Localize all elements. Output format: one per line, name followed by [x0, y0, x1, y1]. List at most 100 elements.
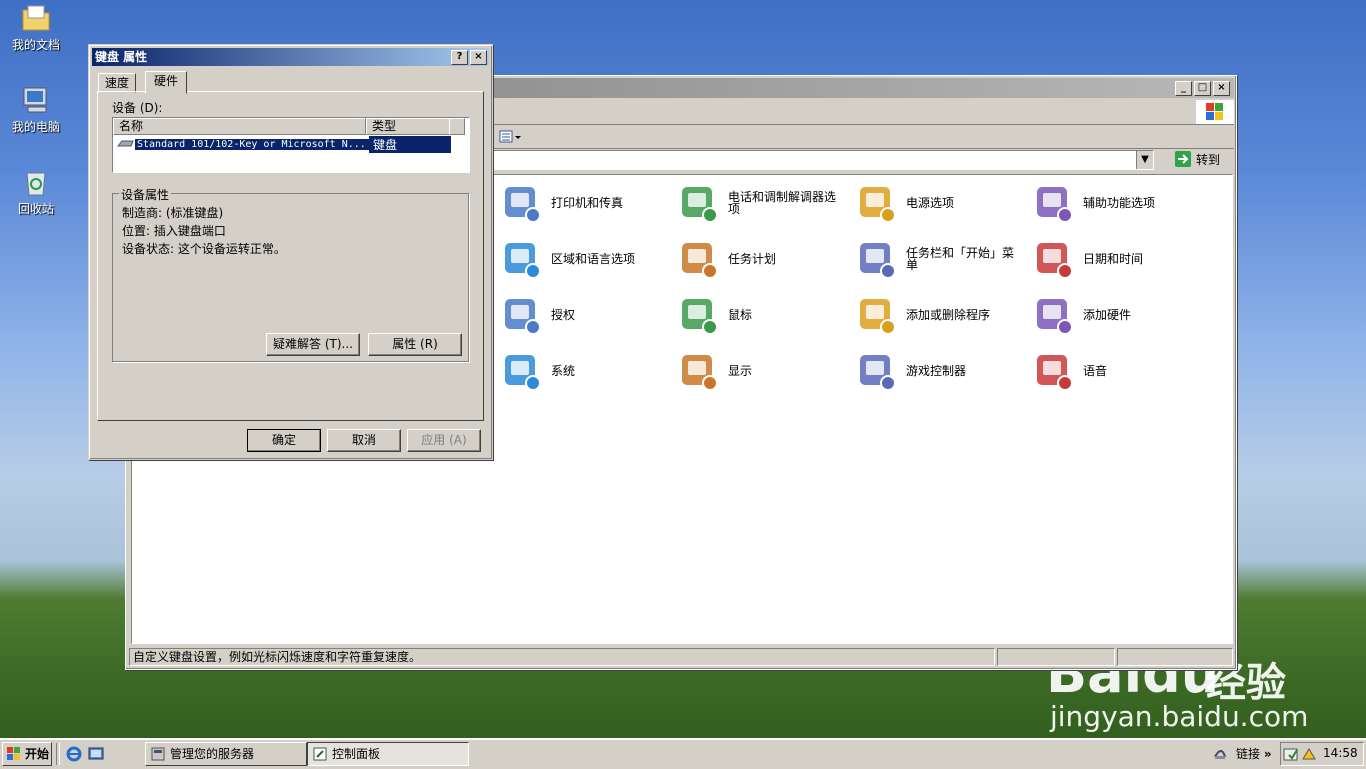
control-panel-item[interactable]: 辅助功能选项 [1029, 179, 1193, 227]
views-icon[interactable] [498, 128, 522, 146]
desktop-icon-label: 回收站 [17, 202, 54, 216]
arrow-right-icon [1175, 151, 1191, 167]
control-panel-item[interactable]: 授权 [497, 291, 661, 339]
apply-button[interactable]: 应用 (A) [407, 429, 481, 452]
maximize-button[interactable]: □ [1194, 81, 1211, 96]
device-status-text: 设备状态: 这个设备运转正常。 [122, 242, 286, 256]
devices-label: 设备 (D): [112, 101, 163, 115]
control-panel-item-label: 系统 [551, 364, 576, 378]
tab-speed[interactable]: 速度 [98, 73, 137, 93]
control-panel-item-label: 任务栏和「开始」菜单 [906, 246, 1015, 272]
desktop-icon-my-documents[interactable]: 我的文档 [6, 2, 66, 53]
links-toolbar[interactable]: 链接 » [1236, 745, 1272, 762]
control-panel-item[interactable]: 电源选项 [852, 179, 1016, 227]
task-button-manage-server[interactable]: 管理您的服务器 [145, 742, 307, 766]
control-panel-item-label: 授权 [551, 308, 576, 322]
keyboard-icon [117, 140, 134, 147]
language-bar-icon[interactable] [1212, 745, 1228, 764]
tab-hardware[interactable]: 硬件 [145, 71, 188, 94]
control-panel-item-label: 游戏控制器 [906, 364, 967, 378]
dialog-titlebar[interactable]: 键盘 属性 ? × [92, 48, 489, 66]
system-icon [497, 347, 545, 395]
taskbar-start-menu-icon [852, 235, 900, 283]
control-panel-item[interactable]: 区域和语言选项 [497, 235, 661, 283]
divider [56, 743, 60, 765]
device-properties-group: 设备属性 制造商: (标准键盘) 位置: 插入键盘端口 设备状态: 这个设备运转… [112, 186, 469, 362]
add-hardware-icon [1029, 291, 1077, 339]
internet-explorer-icon[interactable] [66, 746, 82, 765]
desktop-icon-recycle-bin[interactable]: 回收站 [6, 166, 66, 217]
control-panel-item[interactable]: 语音 [1029, 347, 1193, 395]
start-button[interactable]: 开始 [2, 742, 52, 766]
control-panel-item-label: 添加硬件 [1083, 308, 1132, 322]
task-button-control-panel[interactable]: 控制面板 [307, 742, 469, 766]
control-panel-item[interactable]: 系统 [497, 347, 661, 395]
column-header-type[interactable]: 类型 [366, 118, 450, 135]
control-panel-item[interactable]: 显示 [674, 347, 838, 395]
desktop-icon-label: 我的电脑 [11, 120, 60, 134]
column-header-name[interactable]: 名称 [113, 118, 366, 135]
power-options-icon [852, 179, 900, 227]
security-warning-icon[interactable] [1283, 746, 1299, 762]
control-panel-item-label: 添加或删除程序 [906, 308, 991, 322]
control-panel-item-label: 日期和时间 [1083, 252, 1144, 266]
desktop-icon-my-computer[interactable]: 我的电脑 [6, 84, 66, 135]
control-panel-item-label: 任务计划 [728, 252, 777, 266]
network-icon[interactable] [1301, 746, 1317, 762]
properties-button[interactable]: 属性 (R) [368, 333, 462, 356]
keyboard-properties-dialog: 键盘 属性 ? × 速度 硬件 设备 (D): 名称 类型 Standard 1… [88, 44, 493, 460]
control-panel-item[interactable]: 任务计划 [674, 235, 838, 283]
control-panel-item-label: 电话和调制解调器选项 [728, 190, 837, 216]
goto-button[interactable]: 转到 [1174, 149, 1220, 169]
table-row[interactable]: Standard 101/102-Key or Microsoft N... 键… [117, 135, 451, 153]
minimize-button[interactable]: _ [1175, 81, 1192, 96]
status-pane [997, 648, 1115, 666]
control-panel-item[interactable]: 鼠标 [674, 291, 838, 339]
accessibility-icon [1029, 179, 1077, 227]
control-panel-item-label: 显示 [728, 364, 753, 378]
control-panel-item[interactable]: 添加或删除程序 [852, 291, 1016, 339]
control-panel-item-label: 区域和语言选项 [551, 252, 636, 266]
control-panel-icon [313, 747, 327, 761]
add-remove-programs-icon [852, 291, 900, 339]
control-panel-item-label: 鼠标 [728, 308, 753, 322]
control-panel-item-label: 语音 [1083, 364, 1108, 378]
dialog-close-button[interactable]: × [470, 50, 487, 65]
cancel-button[interactable]: 取消 [327, 429, 401, 452]
my-computer-icon [20, 84, 52, 116]
manufacturer-text: 制造商: (标准键盘) [122, 206, 224, 220]
troubleshoot-button[interactable]: 疑难解答 (T)... [266, 333, 360, 356]
control-panel-item[interactable]: 添加硬件 [1029, 291, 1193, 339]
windows-logo-icon [1196, 100, 1234, 124]
device-type: 键盘 [369, 135, 451, 153]
device-list[interactable]: 名称 类型 Standard 101/102-Key or Microsoft … [112, 117, 470, 173]
chevron-right-icon[interactable]: » [1264, 747, 1272, 761]
chevron-down-icon[interactable]: ▼ [1136, 151, 1153, 169]
dialog-title: 键盘 属性 [95, 50, 148, 64]
show-desktop-icon[interactable] [88, 746, 104, 765]
status-bar: 自定义键盘设置，例如光标闪烁速度和字符重复速度。 [129, 648, 1233, 666]
status-text: 自定义键盘设置，例如光标闪烁速度和字符重复速度。 [129, 648, 995, 666]
help-button[interactable]: ? [451, 50, 468, 65]
server-icon [151, 747, 165, 761]
close-button[interactable]: × [1213, 81, 1230, 96]
control-panel-item[interactable]: 电话和调制解调器选项 [674, 179, 838, 227]
watermark-url: jingyan.baidu.com [1050, 700, 1309, 733]
scheduled-tasks-icon [674, 235, 722, 283]
game-controller-icon [852, 347, 900, 395]
control-panel-item[interactable]: 游戏控制器 [852, 347, 1016, 395]
control-panel-item[interactable]: 打印机和传真 [497, 179, 661, 227]
windows-logo-icon [7, 747, 20, 760]
my-documents-icon [20, 2, 52, 34]
control-panel-item[interactable]: 日期和时间 [1029, 235, 1193, 283]
desktop-icon-label: 我的文档 [11, 38, 60, 52]
date-time-icon [1029, 235, 1077, 283]
mouse-icon [674, 291, 722, 339]
system-tray: 14:58 [1280, 742, 1364, 766]
recycle-bin-icon [20, 166, 52, 198]
ok-button[interactable]: 确定 [247, 429, 321, 452]
location-text: 位置: 插入键盘端口 [122, 224, 226, 238]
control-panel-item[interactable]: 任务栏和「开始」菜单 [852, 235, 1016, 283]
licensing-icon [497, 291, 545, 339]
device-name: Standard 101/102-Key or Microsoft N... [135, 138, 369, 150]
